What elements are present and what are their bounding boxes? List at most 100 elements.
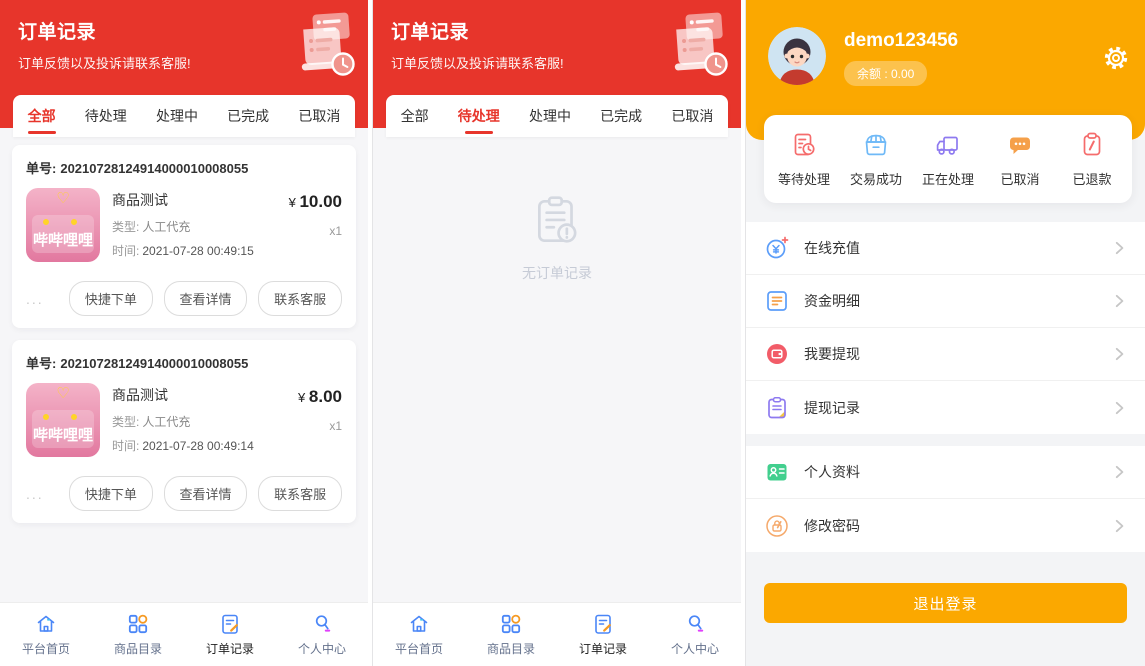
profile-card-icon — [764, 459, 790, 485]
type-label: 类型: — [112, 220, 139, 234]
panel-order-list-all: 订单记录 订单反馈以及投诉请联系客服! — [0, 0, 368, 666]
time-value: 2021-07-28 00:49:15 — [142, 244, 253, 258]
menu-item-withdraw[interactable]: 我要提现 — [746, 328, 1145, 381]
status-label: 交易成功 — [850, 169, 902, 188]
logout-button[interactable]: 退出登录 — [764, 583, 1127, 623]
view-details-button[interactable]: 查看详情 — [164, 281, 248, 316]
group-divider — [746, 434, 1145, 446]
balance-badge: 余额 : 0.00 — [844, 61, 927, 86]
product-type-row: 类型:人工代充 — [112, 413, 280, 430]
menu-item-recharge[interactable]: 在线充值 — [746, 222, 1145, 275]
nav-label: 个人中心 — [298, 640, 346, 657]
tab-processing[interactable]: 处理中 — [154, 96, 200, 136]
nav-item-home[interactable]: 平台首页 — [373, 603, 465, 666]
status-item-cancelled[interactable]: 已取消 — [984, 130, 1056, 203]
avatar — [768, 27, 826, 85]
catalog-grid-icon — [499, 612, 523, 636]
product-type-row: 类型:人工代充 — [112, 218, 280, 235]
app-root: 订单记录 订单反馈以及投诉请联系客服! — [0, 0, 1145, 666]
status-item-pending[interactable]: 等待处理 — [768, 130, 840, 203]
username: demo123456 — [844, 30, 958, 52]
order-number-row: 单号:20210728124914000010008055 — [26, 158, 342, 177]
view-details-button[interactable]: 查看详情 — [164, 476, 248, 511]
nav-item-catalog[interactable]: 商品目录 — [92, 603, 184, 666]
more-actions-button[interactable]: ... — [26, 291, 58, 307]
chevron-right-icon — [1111, 293, 1127, 309]
nav-item-profile[interactable]: 个人中心 — [276, 603, 368, 666]
status-item-success[interactable]: 交易成功 — [840, 130, 912, 203]
product-image: ♡ 哔哔哩哩 — [26, 383, 100, 457]
empty-state-text: 无订单记录 — [522, 263, 592, 283]
menu-item-withdraw-record[interactable]: 提现记录 — [746, 381, 1145, 434]
receipt-clock-icon — [294, 10, 356, 85]
contact-service-button[interactable]: 联系客服 — [258, 476, 342, 511]
truck-icon — [933, 130, 963, 160]
currency-symbol: ¥ — [289, 195, 296, 210]
order-list-empty: 无订单记录 — [373, 137, 741, 602]
nav-item-catalog[interactable]: 商品目录 — [465, 603, 557, 666]
chevron-right-icon — [1111, 518, 1127, 534]
menu-item-profile-info[interactable]: 个人资料 — [746, 446, 1145, 499]
tab-pending[interactable]: 待处理 — [456, 96, 502, 136]
menu-label: 在线充值 — [804, 238, 1111, 258]
nav-label: 订单记录 — [206, 640, 254, 657]
contact-service-button[interactable]: 联系客服 — [258, 281, 342, 316]
chat-dots-icon — [1005, 130, 1035, 160]
settings-gear-icon[interactable] — [1102, 44, 1130, 77]
menu-label: 个人资料 — [804, 462, 1111, 482]
user-icon — [683, 612, 707, 636]
nav-label: 商品目录 — [114, 640, 162, 657]
chevron-right-icon — [1111, 464, 1127, 480]
heart-icon: ♡ — [26, 384, 100, 402]
tv-eye-icon — [43, 219, 49, 225]
tab-all[interactable]: 全部 — [26, 96, 58, 136]
nav-item-orders[interactable]: 订单记录 — [557, 603, 649, 666]
nav-item-home[interactable]: 平台首页 — [0, 603, 92, 666]
tab-processing[interactable]: 处理中 — [527, 96, 573, 136]
tab-completed[interactable]: 已完成 — [225, 96, 271, 136]
product-time-row: 时间:2021-07-28 00:49:15 — [112, 242, 280, 259]
nav-label: 平台首页 — [22, 640, 70, 657]
status-label: 正在处理 — [922, 169, 974, 188]
chevron-right-icon — [1111, 400, 1127, 416]
tab-pending[interactable]: 待处理 — [83, 96, 129, 136]
product-name: 商品测试 — [112, 190, 280, 210]
menu-label: 我要提现 — [804, 344, 1111, 364]
package-icon — [861, 130, 891, 160]
home-icon — [34, 612, 58, 636]
refund-clipboard-pen-icon — [1077, 130, 1107, 160]
tab-cancelled[interactable]: 已取消 — [669, 96, 715, 136]
type-value: 人工代充 — [142, 415, 190, 429]
order-number-value: 20210728124914000010008055 — [60, 161, 248, 176]
order-quantity: x1 — [280, 419, 342, 433]
order-number-label: 单号: — [26, 356, 56, 371]
menu-label: 修改密码 — [804, 516, 1111, 536]
change-password-icon — [764, 513, 790, 539]
quick-order-button[interactable]: 快捷下单 — [69, 476, 153, 511]
menu-group-funds: 在线充值 资金明细 我要提 — [746, 222, 1145, 434]
profile-body: 在线充值 资金明细 我要提 — [746, 140, 1145, 666]
time-label: 时间: — [112, 439, 139, 453]
menu-label: 资金明细 — [804, 291, 1111, 311]
menu-item-funds-detail[interactable]: 资金明细 — [746, 275, 1145, 328]
tab-completed[interactable]: 已完成 — [598, 96, 644, 136]
tv-eye-icon — [43, 414, 49, 420]
tv-eye-icon — [71, 414, 77, 420]
order-doc-icon — [218, 612, 242, 636]
quick-order-button[interactable]: 快捷下单 — [69, 281, 153, 316]
menu-item-change-password[interactable]: 修改密码 — [746, 499, 1145, 552]
more-actions-button[interactable]: ... — [26, 486, 58, 502]
panel-order-list-pending: 订单记录 订单反馈以及投诉请联系客服! — [373, 0, 741, 666]
tab-all[interactable]: 全部 — [399, 96, 431, 136]
price-amount: 10.00 — [299, 192, 342, 211]
nav-item-orders[interactable]: 订单记录 — [184, 603, 276, 666]
order-doc-icon — [591, 612, 615, 636]
status-item-refunded[interactable]: 已退款 — [1056, 130, 1128, 203]
tab-cancelled[interactable]: 已取消 — [296, 96, 342, 136]
status-label: 等待处理 — [778, 169, 830, 188]
type-label: 类型: — [112, 415, 139, 429]
order-list: 单号:20210728124914000010008055 ♡ 哔哔哩哩 商品测… — [0, 137, 368, 602]
chevron-right-icon — [1111, 346, 1127, 362]
nav-item-profile[interactable]: 个人中心 — [649, 603, 741, 666]
status-item-processing[interactable]: 正在处理 — [912, 130, 984, 203]
